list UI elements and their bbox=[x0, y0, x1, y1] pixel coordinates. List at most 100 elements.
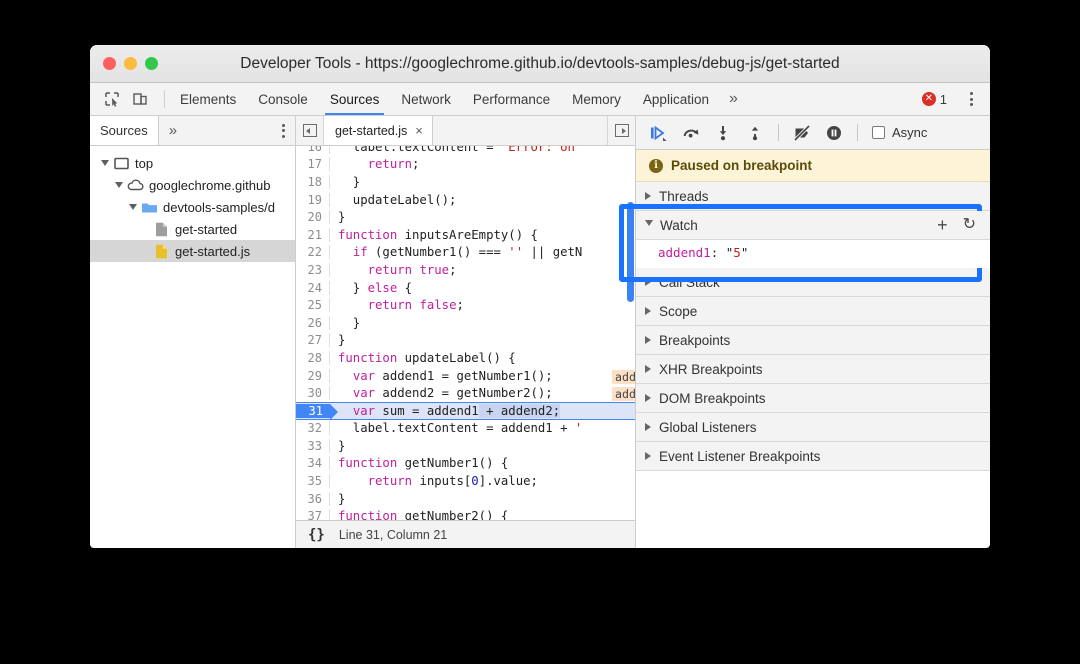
code-line-executing: 31 var sum = addend1 + addend2; bbox=[296, 401, 635, 420]
section-scope[interactable]: Scope bbox=[636, 297, 990, 326]
tree-label: top bbox=[135, 155, 154, 171]
watch-actions: + ↻ bbox=[937, 216, 981, 234]
tab-network[interactable]: Network bbox=[390, 83, 462, 115]
section-global-listeners[interactable]: Global Listeners bbox=[636, 413, 990, 442]
zoom-button[interactable] bbox=[145, 57, 158, 70]
chevron-right-icon[interactable] bbox=[645, 365, 651, 373]
line-number: 24 bbox=[296, 280, 330, 295]
tab-elements[interactable]: Elements bbox=[169, 83, 247, 115]
navigator-more-icon[interactable]: » bbox=[159, 116, 187, 145]
chevron-right-icon[interactable] bbox=[645, 192, 651, 200]
tab-application[interactable]: Application bbox=[632, 83, 720, 115]
tree-item-get-started-js[interactable]: get-started.js bbox=[90, 240, 295, 262]
pretty-print-icon[interactable]: {} bbox=[308, 527, 325, 543]
section-event-listener-breakpoints[interactable]: Event Listener Breakpoints bbox=[636, 442, 990, 471]
chevron-right-icon[interactable] bbox=[645, 423, 651, 431]
chevron-down-icon[interactable] bbox=[98, 160, 112, 166]
code-line: 17 return; bbox=[296, 156, 635, 174]
inline-value: add bbox=[612, 369, 635, 384]
step-over-icon[interactable] bbox=[676, 120, 706, 146]
async-checkbox[interactable] bbox=[872, 126, 885, 139]
show-navigator-icon[interactable] bbox=[296, 116, 324, 145]
editor-tabstrip: get-started.js × bbox=[296, 116, 635, 146]
show-debugger-icon[interactable] bbox=[607, 116, 635, 145]
watch-entry[interactable]: addend1: "5" bbox=[636, 245, 990, 260]
toolbar-divider bbox=[778, 124, 779, 141]
section-dom-breakpoints[interactable]: DOM Breakpoints bbox=[636, 384, 990, 413]
section-call-stack[interactable]: Call Stack bbox=[636, 268, 990, 297]
line-source: function getNumber1() { bbox=[338, 456, 509, 471]
section-xhr-breakpoints[interactable]: XHR Breakpoints bbox=[636, 355, 990, 384]
inspect-element-icon[interactable] bbox=[100, 87, 124, 111]
tree-item-get-started[interactable]: get-started bbox=[90, 218, 295, 240]
resume-icon[interactable] bbox=[644, 120, 674, 146]
line-source: var sum = addend1 + addend2; bbox=[352, 403, 561, 418]
tree-item-googlechrome-github[interactable]: googlechrome.github bbox=[90, 174, 295, 196]
watch-entry-value: 5 bbox=[733, 245, 741, 260]
chevron-down-icon[interactable] bbox=[645, 220, 653, 230]
step-into-icon[interactable] bbox=[708, 120, 738, 146]
navigator-tab-sources[interactable]: Sources bbox=[90, 116, 159, 145]
chevron-right-icon[interactable] bbox=[645, 336, 651, 344]
devtools-body: Sources » top googlechrome.github devtoo… bbox=[90, 116, 990, 548]
cloud-icon bbox=[126, 179, 144, 191]
debugger-sections: Threads Watch + ↻ addend1: "5" Call Stac… bbox=[636, 182, 990, 548]
code-editor[interactable]: 16 label.textContent = 'Error: on 17 ret… bbox=[296, 146, 635, 520]
code-line: 37 function getNumber2() { bbox=[296, 507, 635, 520]
minimize-button[interactable] bbox=[124, 57, 137, 70]
tree-label: devtools-samples/d bbox=[163, 199, 275, 215]
pause-on-exceptions-icon[interactable] bbox=[819, 120, 849, 146]
close-icon[interactable]: × bbox=[415, 123, 423, 138]
chevron-down-icon[interactable] bbox=[112, 182, 126, 188]
more-tabs-icon[interactable]: » bbox=[720, 83, 747, 115]
info-icon: i bbox=[649, 158, 663, 173]
tab-console[interactable]: Console bbox=[247, 83, 319, 115]
line-source: } bbox=[338, 174, 361, 189]
error-badge[interactable]: ✕ 1 bbox=[921, 91, 947, 107]
line-source: var addend2 = getNumber2(); add bbox=[330, 386, 635, 402]
chevron-right-icon[interactable] bbox=[645, 307, 651, 315]
section-breakpoints[interactable]: Breakpoints bbox=[636, 326, 990, 355]
section-threads[interactable]: Threads bbox=[636, 182, 990, 211]
refresh-watch-icon[interactable]: ↻ bbox=[963, 217, 976, 233]
editor-scrollbar[interactable] bbox=[627, 202, 634, 302]
section-label: Threads bbox=[659, 188, 709, 204]
close-button[interactable] bbox=[103, 57, 116, 70]
navigator-more-options-icon[interactable] bbox=[282, 116, 295, 145]
deactivate-breakpoints-icon[interactable] bbox=[787, 120, 817, 146]
tab-performance[interactable]: Performance bbox=[462, 83, 561, 115]
paused-banner: i Paused on breakpoint bbox=[636, 150, 990, 182]
code-line: 30 var addend2 = getNumber2(); add bbox=[296, 384, 635, 402]
section-watch-header[interactable]: Watch + ↻ bbox=[636, 211, 990, 240]
chevron-right-icon[interactable] bbox=[645, 452, 651, 460]
section-label: Watch bbox=[660, 217, 698, 233]
tree-item-devtools-samples[interactable]: devtools-samples/d bbox=[90, 196, 295, 218]
tab-memory[interactable]: Memory bbox=[561, 83, 632, 115]
line-source: label.textContent = addend1 + ' bbox=[338, 421, 583, 436]
line-source: } else { bbox=[338, 280, 413, 295]
device-toolbar-icon[interactable] bbox=[128, 87, 152, 111]
navigator-pane: Sources » top googlechrome.github devtoo… bbox=[90, 116, 296, 548]
chevron-down-icon[interactable] bbox=[126, 204, 140, 210]
folder-icon bbox=[140, 201, 158, 214]
line-number: 36 bbox=[296, 491, 330, 506]
error-count: 1 bbox=[939, 91, 947, 107]
tab-sources[interactable]: Sources bbox=[319, 83, 391, 115]
line-source: return; bbox=[367, 157, 420, 172]
more-options-icon[interactable] bbox=[960, 92, 981, 106]
chevron-right-icon[interactable] bbox=[645, 278, 651, 286]
chevron-right-icon[interactable] bbox=[645, 394, 651, 402]
line-number: 21 bbox=[296, 227, 330, 242]
async-toggle[interactable]: Async bbox=[872, 125, 927, 140]
step-out-icon[interactable] bbox=[740, 120, 770, 146]
editor-tab-get-started-js[interactable]: get-started.js × bbox=[324, 116, 433, 145]
add-watch-expression-icon[interactable]: + bbox=[937, 216, 948, 234]
tree-label: googlechrome.github bbox=[149, 177, 271, 193]
line-number: 37 bbox=[296, 509, 330, 520]
code-line: 32 label.textContent = addend1 + ' bbox=[296, 420, 635, 438]
section-label: Breakpoints bbox=[659, 332, 731, 348]
line-number: 25 bbox=[296, 298, 330, 313]
line-source: return inputs[0].value; bbox=[367, 474, 538, 489]
tree-item-top[interactable]: top bbox=[90, 152, 295, 174]
async-label: Async bbox=[892, 125, 928, 140]
